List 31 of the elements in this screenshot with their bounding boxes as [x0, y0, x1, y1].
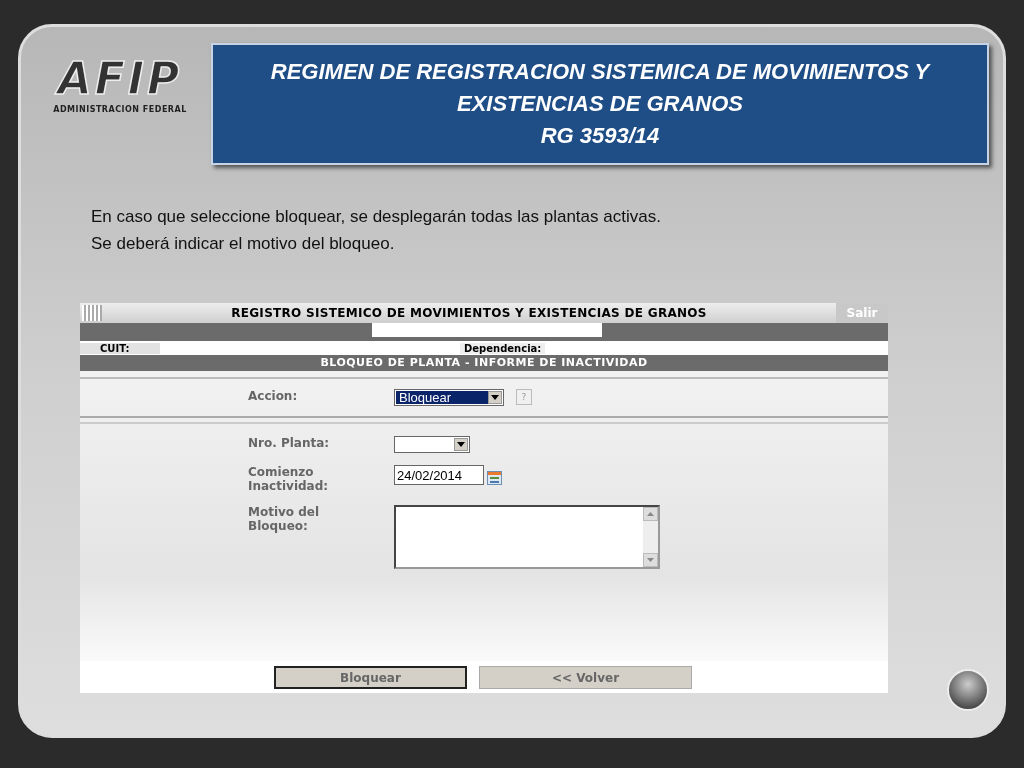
scrollbar[interactable]: [643, 507, 658, 567]
round-button-icon[interactable]: [947, 669, 989, 711]
logo-subtitle: ADMINISTRACION FEDERAL: [53, 105, 187, 114]
slide-title: RG 3593/14: [540, 122, 660, 150]
description-text: Se deberá indicar el motivo del bloqueo.: [91, 233, 396, 255]
dropdown-value: Bloquear: [396, 391, 488, 404]
scroll-up-icon[interactable]: [643, 507, 658, 521]
form-button[interactable]: << Volver: [479, 666, 692, 689]
field-label: Comienzo Inactividad:: [248, 465, 330, 493]
caret-icon[interactable]: [488, 391, 502, 404]
help-button[interactable]: ?: [516, 389, 532, 405]
date-field[interactable]: 24/02/2014: [394, 465, 484, 485]
logo-mark: AFIP: [57, 57, 183, 101]
field-label: Motivo del Bloqueo:: [248, 505, 321, 533]
field-label: Nro. Planta:: [248, 436, 331, 450]
dropdown[interactable]: Bloquear: [394, 389, 504, 406]
scroll-down-icon[interactable]: [643, 553, 658, 567]
caret-icon[interactable]: [454, 438, 468, 451]
reason-text-area[interactable]: [394, 505, 660, 569]
app-title: REGISTRO SISTEMICO DE MOVIMIENTOS Y EXISTENCIAS DE GRANOS: [230, 306, 708, 320]
calendar-icon[interactable]: [487, 471, 502, 485]
stripes-icon: [82, 305, 102, 321]
dependencia-label: Dependencia:: [460, 342, 546, 354]
slide-title: EXISTENCIAS DE GRANOS: [456, 90, 743, 118]
field-label: Accion:: [248, 389, 299, 403]
form-button[interactable]: Bloquear: [274, 666, 467, 689]
cuit-label: CUIT:: [80, 342, 160, 354]
description-text: En caso que seleccione bloquear, se desplegarán todas las plantas activas.: [91, 206, 662, 228]
slide-title: REGIMEN DE REGISTRACION SISTEMICA DE MOVIMIENTOS Y: [270, 58, 930, 86]
section-title: BLOQUEO DE PLANTA - INFORME DE INACTIVIDAD: [80, 355, 888, 371]
dropdown[interactable]: [394, 436, 470, 453]
